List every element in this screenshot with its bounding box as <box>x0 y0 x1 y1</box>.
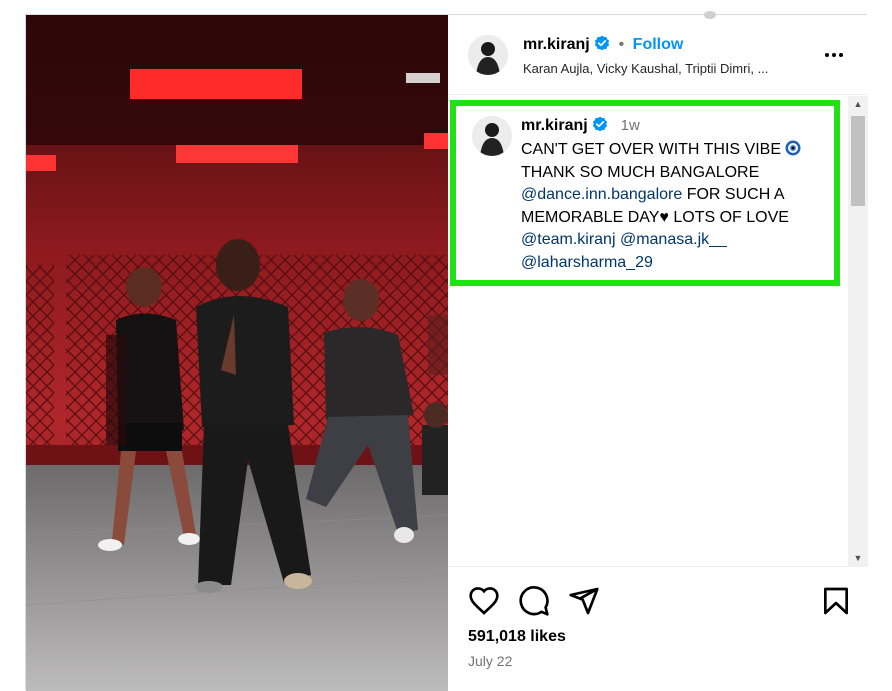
post-dialog: mr.kiranj • Follow Karan Aujla, Vicky Ka… <box>25 11 868 691</box>
caption-avatar[interactable] <box>472 116 512 156</box>
heart-emoji-icon: ♥ <box>659 208 669 226</box>
likes-count[interactable]: 591,018 likes <box>468 628 566 646</box>
post-video[interactable] <box>26 15 448 691</box>
verified-badge-icon <box>595 35 610 51</box>
post-side-panel: mr.kiranj • Follow Karan Aujla, Vicky Ka… <box>448 11 868 691</box>
video-frame-image <box>26 15 448 691</box>
caption-timestamp[interactable]: 1w <box>621 117 640 134</box>
follow-button[interactable]: Follow <box>633 36 684 53</box>
share-icon[interactable] <box>568 585 600 617</box>
nazar-amulet-icon <box>785 140 801 156</box>
caption-line-4: LOTS OF LOVE <box>668 208 789 226</box>
comment-icon[interactable] <box>518 585 550 617</box>
caption-line-2: THANK SO MUCH BANGALORE <box>521 163 760 181</box>
vertical-scrollbar[interactable]: ▲ ▼ <box>848 96 868 566</box>
mention-link[interactable]: @team.kiranj <box>521 231 616 248</box>
post-header: mr.kiranj • Follow Karan Aujla, Vicky Ka… <box>448 15 868 95</box>
heart-icon[interactable] <box>468 585 500 617</box>
avatar-image <box>472 116 512 156</box>
caption-text: CAN'T GET OVER WITH THIS VIBE THANK SO M… <box>521 139 821 275</box>
mention-link[interactable]: @dance.inn.bangalore <box>521 186 682 203</box>
scroll-up-arrow-icon[interactable]: ▲ <box>848 96 868 112</box>
bookmark-icon[interactable] <box>820 585 852 617</box>
separator-dot: • <box>618 36 625 53</box>
scroll-down-arrow-icon[interactable]: ▼ <box>848 550 868 566</box>
post-actions-bar: 591,018 likes July 22 <box>448 566 868 691</box>
more-options-icon[interactable] <box>822 43 846 67</box>
mention-link[interactable]: @manasa.jk__ <box>620 231 727 248</box>
header-username-row: mr.kiranj • Follow <box>523 35 683 54</box>
mention-link[interactable]: @laharsharma_29 <box>521 254 653 271</box>
comments-scroll-area[interactable]: mr.kiranj 1w CAN'T GET OVER WITH THIS VI… <box>448 96 868 566</box>
caption-username[interactable]: mr.kiranj <box>521 117 588 134</box>
post-date[interactable]: July 22 <box>468 653 512 669</box>
author-username[interactable]: mr.kiranj <box>523 36 590 53</box>
collab-line[interactable]: Karan Aujla, Vicky Kaushal, Triptii Dimr… <box>523 61 768 76</box>
caption-header: mr.kiranj 1w <box>521 116 640 135</box>
scrollbar-thumb[interactable] <box>851 116 865 206</box>
caption-highlight-box: mr.kiranj 1w CAN'T GET OVER WITH THIS VI… <box>450 100 840 286</box>
verified-badge-icon <box>593 116 608 132</box>
caption-line-1: CAN'T GET OVER WITH THIS VIBE <box>521 141 781 158</box>
author-avatar[interactable] <box>468 35 508 75</box>
avatar-image <box>468 35 508 75</box>
